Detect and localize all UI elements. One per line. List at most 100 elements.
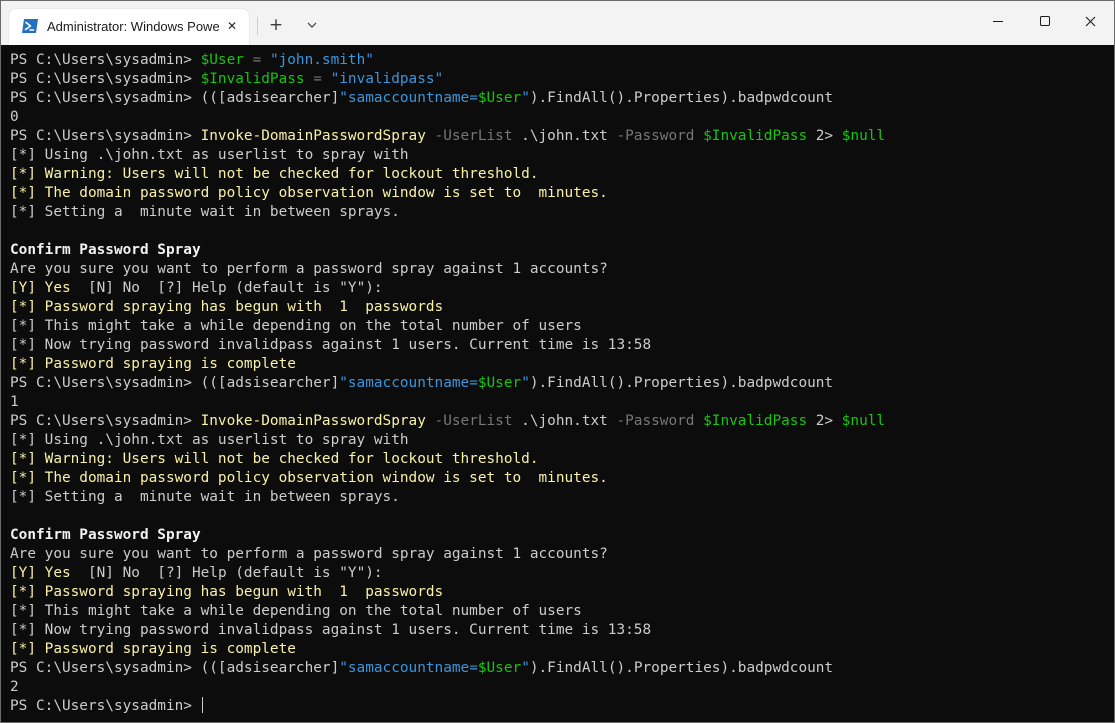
terminal-text: [*] This might take a while depending on… (10, 603, 582, 619)
terminal-text: 0 (10, 109, 19, 125)
terminal-text: [*] Using .\john.txt as userlist to spra… (10, 147, 409, 163)
terminal-text: [*] This might take a while depending on… (10, 318, 582, 334)
terminal-text: $InvalidPass (703, 128, 808, 144)
terminal-text: " (521, 375, 530, 391)
terminal-text: "john.smith" (269, 52, 374, 68)
terminal-line: Are you sure you want to perform a passw… (10, 545, 1114, 564)
terminal-text: .\john.txt (512, 128, 617, 144)
terminal-output[interactable]: PS C:\Users\sysadmin> $User = "john.smit… (1, 45, 1114, 722)
terminal-text: [Y] Yes (10, 280, 88, 296)
terminal-text: "samaccountname= (339, 375, 478, 391)
terminal-line: PS C:\Users\sysadmin> $InvalidPass = "in… (10, 70, 1114, 89)
terminal-text: $User (477, 90, 522, 106)
tab-powershell[interactable]: Administrator: Windows Powe ✕ (9, 9, 249, 45)
terminal-text: [*] Now trying password invalidpass agai… (10, 337, 652, 353)
terminal-text: [*] Now trying password invalidpass agai… (10, 622, 652, 638)
terminal-line: [*] Warning: Users will not be checked f… (10, 165, 1114, 184)
terminal-text: PS C:\Users\sysadmin> (([adsisearcher] (10, 660, 340, 676)
terminal-text: [*] Using .\john.txt as userlist to spra… (10, 432, 409, 448)
terminal-text: PS C:\Users\sysadmin> (10, 71, 201, 87)
terminal-text: $User (477, 660, 522, 676)
chevron-down-icon (307, 22, 317, 28)
terminal-line: 2 (10, 678, 1114, 697)
terminal-line: 1 (10, 393, 1114, 412)
tab-dropdown-button[interactable] (299, 13, 325, 37)
terminal-window: Administrator: Windows Powe ✕ + PS C:\Us… (0, 0, 1115, 723)
powershell-icon (22, 19, 38, 33)
new-tab-button[interactable]: + (263, 13, 289, 37)
terminal-line: Confirm Password Spray (10, 241, 1114, 260)
terminal-line: [*] Now trying password invalidpass agai… (10, 336, 1114, 355)
terminal-text: [*] Warning: Users will not be checked f… (10, 166, 539, 182)
terminal-text: $User (200, 52, 244, 68)
terminal-line: [*] This might take a while depending on… (10, 602, 1114, 621)
terminal-line: PS C:\Users\sysadmin> $User = "john.smit… (10, 51, 1114, 70)
terminal-text: -UserList (425, 413, 513, 429)
terminal-line: Are you sure you want to perform a passw… (10, 260, 1114, 279)
tab-title: Administrator: Windows Powe (47, 19, 219, 34)
close-icon[interactable]: ✕ (223, 17, 241, 35)
terminal-text: [*] Password spraying is complete (10, 356, 296, 372)
terminal-text: $InvalidPass (200, 71, 305, 87)
terminal-text: [Y] Yes (10, 565, 88, 581)
terminal-text: $null (841, 128, 886, 144)
terminal-text: ).FindAll().Properties).badpwdcount (529, 90, 834, 106)
terminal-text: [*] Warning: Users will not be checked f… (10, 451, 539, 467)
tab-divider (257, 17, 258, 35)
terminal-text: -Password (616, 128, 695, 144)
terminal-text: $null (841, 413, 886, 429)
terminal-text: .\john.txt (512, 413, 617, 429)
terminal-line: [*] Now trying password invalidpass agai… (10, 621, 1114, 640)
terminal-text: 1 (10, 394, 19, 410)
text-cursor (201, 697, 203, 713)
terminal-line: [*] Using .\john.txt as userlist to spra… (10, 146, 1114, 165)
terminal-text: [*] The domain password policy observati… (10, 470, 608, 486)
terminal-text: = (243, 52, 270, 68)
terminal-line: [*] Using .\john.txt as userlist to spra… (10, 431, 1114, 450)
terminal-text: [*] The domain password policy observati… (10, 185, 608, 201)
terminal-text: 2> (807, 413, 842, 429)
terminal-line: [*] The domain password policy observati… (10, 469, 1114, 488)
terminal-line: PS C:\Users\sysadmin> (([adsisearcher]"s… (10, 374, 1114, 393)
maximize-icon (1040, 16, 1050, 26)
terminal-text: -Password (616, 413, 695, 429)
terminal-text: [N] No [?] Help (default is "Y"): (87, 565, 383, 581)
terminal-text: PS C:\Users\sysadmin> (([adsisearcher] (10, 375, 340, 391)
terminal-text: Are you sure you want to perform a passw… (10, 546, 608, 562)
terminal-line: [*] Password spraying is complete (10, 640, 1114, 659)
minimize-icon (993, 21, 1003, 22)
terminal-text: Are you sure you want to perform a passw… (10, 261, 608, 277)
terminal-line: PS C:\Users\sysadmin> Invoke-DomainPassw… (10, 127, 1114, 146)
terminal-text: ).FindAll().Properties).badpwdcount (529, 375, 834, 391)
terminal-text: " (521, 90, 530, 106)
terminal-text: PS C:\Users\sysadmin> (10, 128, 201, 144)
close-window-button[interactable] (1067, 1, 1113, 45)
terminal-line: PS C:\Users\sysadmin> (10, 697, 1114, 716)
close-icon (1085, 16, 1096, 27)
terminal-text: PS C:\Users\sysadmin> (([adsisearcher] (10, 90, 340, 106)
terminal-text: "invalidpass" (330, 71, 444, 87)
terminal-text: $InvalidPass (703, 413, 808, 429)
terminal-line: [*] Password spraying has begun with 1 p… (10, 583, 1114, 602)
terminal-text: [*] Password spraying is complete (10, 641, 296, 657)
terminal-text: [*] Password spraying has begun with 1 p… (10, 584, 444, 600)
terminal-text: PS C:\Users\sysadmin> (10, 52, 201, 68)
terminal-line: [Y] Yes [N] No [?] Help (default is "Y")… (10, 564, 1114, 583)
terminal-line: [*] Setting a minute wait in between spr… (10, 488, 1114, 507)
terminal-text: [*] Password spraying has begun with 1 p… (10, 299, 444, 315)
title-bar[interactable]: Administrator: Windows Powe ✕ + (1, 1, 1114, 45)
terminal-text: $User (477, 375, 522, 391)
minimize-button[interactable] (975, 1, 1021, 45)
terminal-text: [*] Setting a minute wait in between spr… (10, 204, 400, 220)
plus-icon: + (268, 15, 284, 35)
terminal-line: [*] Password spraying has begun with 1 p… (10, 298, 1114, 317)
terminal-line: [*] Setting a minute wait in between spr… (10, 203, 1114, 222)
maximize-button[interactable] (1021, 1, 1067, 45)
terminal-text: = (304, 71, 331, 87)
terminal-line: [*] The domain password policy observati… (10, 184, 1114, 203)
terminal-text: -UserList (425, 128, 513, 144)
terminal-line: [*] Warning: Users will not be checked f… (10, 450, 1114, 469)
